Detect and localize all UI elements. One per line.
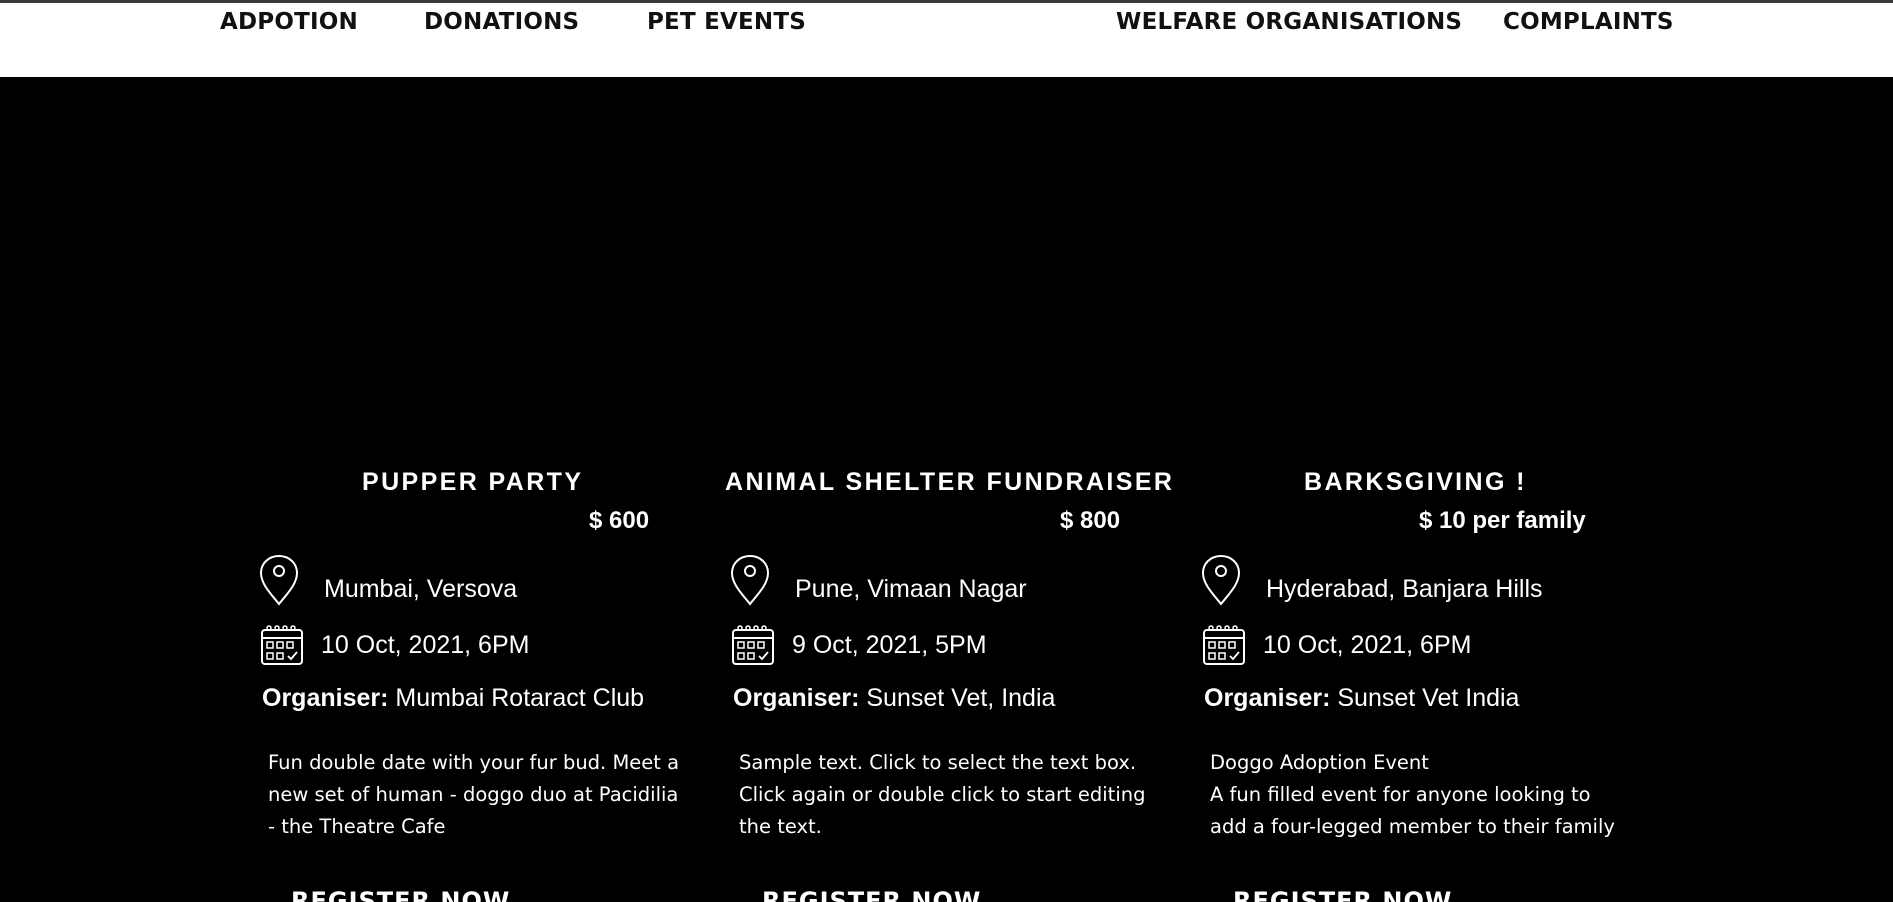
description-line: Doggo Adoption Event bbox=[1210, 751, 1429, 774]
description-line: add a four-legged member to their family bbox=[1210, 815, 1615, 838]
event-card: PUPPER PARTY $ 600 Mumbai, Versova 10 Oc… bbox=[259, 468, 739, 902]
nav-adoption-link[interactable]: ADPOTION bbox=[220, 9, 358, 35]
description-line: - the Theatre Cafe bbox=[268, 815, 446, 838]
event-description: Doggo Adoption Event A fun filled event … bbox=[1210, 747, 1630, 843]
description-line: new set of human - doggo duo at Pacidili… bbox=[268, 783, 679, 806]
event-date: 10 Oct, 2021, 6PM bbox=[321, 631, 530, 659]
description-line: the text. bbox=[739, 815, 822, 838]
nav-complaints-link[interactable]: COMPLAINTS bbox=[1503, 9, 1674, 35]
event-price: $ 10 per family bbox=[1419, 507, 1586, 534]
event-location: Mumbai, Versova bbox=[324, 575, 518, 603]
event-price: $ 800 bbox=[1060, 507, 1121, 534]
organiser-label: Organiser: bbox=[262, 684, 389, 712]
event-date: 10 Oct, 2021, 6PM bbox=[1263, 631, 1472, 659]
register-now-button[interactable]: REGISTER NOW bbox=[291, 887, 510, 902]
organiser-name: Sunset Vet, India bbox=[859, 684, 1056, 712]
nav-welfare-organisations-link[interactable]: WELFARE ORGANISATIONS bbox=[1116, 9, 1462, 35]
event-organiser: Organiser: Sunset Vet, India bbox=[733, 684, 1055, 713]
calendar-icon bbox=[261, 625, 303, 665]
organiser-label: Organiser: bbox=[1204, 684, 1331, 712]
nav-donations-link[interactable]: DONATIONS bbox=[424, 9, 579, 35]
register-now-button[interactable]: REGISTER NOW bbox=[762, 887, 981, 902]
event-card: ANIMAL SHELTER FUNDRAISER $ 800 Pune, Vi… bbox=[725, 468, 1210, 902]
event-title: BARKSGIVING ! bbox=[1304, 468, 1527, 496]
event-date: 9 Oct, 2021, 5PM bbox=[792, 631, 987, 659]
organiser-name: Sunset Vet India bbox=[1330, 684, 1520, 712]
event-description: Sample text. Click to select the text bo… bbox=[739, 747, 1159, 843]
description-line: A fun filled event for anyone looking to bbox=[1210, 783, 1591, 806]
description-line: Fun double date with your fur bud. Meet … bbox=[268, 751, 680, 774]
event-organiser: Organiser: Mumbai Rotaract Club bbox=[262, 684, 644, 713]
map-pin-icon bbox=[730, 554, 770, 606]
organiser-label: Organiser: bbox=[733, 684, 860, 712]
event-organiser: Organiser: Sunset Vet India bbox=[1204, 684, 1519, 713]
register-now-button[interactable]: REGISTER NOW bbox=[1233, 887, 1452, 902]
main-navbar: ADPOTION DONATIONS PET EVENTS WELFARE OR… bbox=[0, 3, 1893, 77]
calendar-icon bbox=[732, 625, 774, 665]
map-pin-icon bbox=[259, 554, 299, 606]
event-location: Hyderabad, Banjara Hills bbox=[1266, 575, 1543, 603]
event-title: ANIMAL SHELTER FUNDRAISER bbox=[725, 468, 1175, 496]
event-title: PUPPER PARTY bbox=[362, 468, 584, 496]
event-price: $ 600 bbox=[589, 507, 650, 534]
map-pin-icon bbox=[1201, 554, 1241, 606]
event-location: Pune, Vimaan Nagar bbox=[795, 575, 1027, 603]
description-line: Click again or double click to start edi… bbox=[739, 783, 1146, 806]
calendar-icon bbox=[1203, 625, 1245, 665]
description-line: Sample text. Click to select the text bo… bbox=[739, 751, 1137, 774]
nav-pet-events-link[interactable]: PET EVENTS bbox=[647, 9, 806, 35]
event-description: Fun double date with your fur bud. Meet … bbox=[268, 747, 688, 843]
organiser-name: Mumbai Rotaract Club bbox=[388, 684, 645, 712]
event-card: BARKSGIVING ! $ 10 per family Hyderabad,… bbox=[1201, 468, 1681, 902]
